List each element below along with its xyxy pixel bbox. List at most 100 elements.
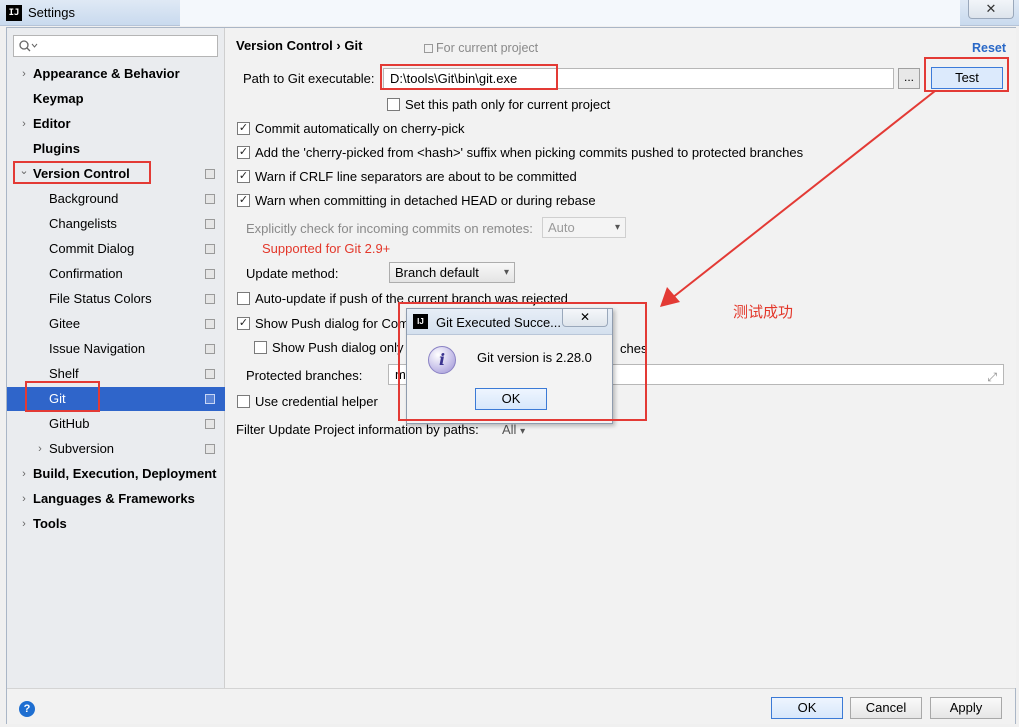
- footer: ? OK Cancel Apply: [7, 688, 1015, 724]
- sidebar-item-git[interactable]: Git: [7, 387, 225, 411]
- sidebar-item-gitee[interactable]: Gitee: [7, 312, 225, 336]
- project-level-icon: [205, 319, 215, 329]
- explicit-check-label: Explicitly check for incoming commits on…: [246, 221, 533, 236]
- chevron-right-icon: ›: [22, 493, 26, 505]
- sidebar: › Appearance & Behavior Keymap › Editor …: [7, 28, 225, 688]
- checkbox-unchecked-icon: [254, 341, 267, 354]
- sidebar-item-languages-frameworks[interactable]: › Languages & Frameworks: [7, 487, 225, 511]
- info-icon: i: [428, 346, 456, 374]
- apply-button[interactable]: Apply: [930, 697, 1002, 719]
- project-level-icon: [205, 269, 215, 279]
- warn-crlf-checkbox[interactable]: ✓ Warn if CRLF line separators are about…: [237, 167, 637, 187]
- annotation-text: 测试成功: [733, 304, 794, 321]
- sidebar-item-commit-dialog[interactable]: Commit Dialog: [7, 237, 225, 261]
- checkbox-unchecked-icon: [237, 395, 250, 408]
- project-level-icon: [205, 194, 215, 204]
- dialog-close-button[interactable]: ✕: [562, 309, 608, 327]
- project-level-icon: [205, 444, 215, 454]
- auto-update-checkbox[interactable]: Auto-update if push of the current branc…: [237, 289, 637, 309]
- project-level-icon: [205, 419, 215, 429]
- sidebar-item-label: GitHub: [49, 416, 90, 431]
- expand-icon[interactable]: ⤢: [987, 368, 997, 387]
- chevron-right-icon: ›: [38, 443, 42, 455]
- warn-detached-head-checkbox[interactable]: ✓ Warn when committing in detached HEAD …: [237, 191, 637, 211]
- sidebar-item-label: Plugins: [33, 141, 80, 156]
- sidebar-item-keymap[interactable]: Keymap: [7, 87, 225, 111]
- for-current-project-hint: For current project: [424, 41, 538, 55]
- project-level-icon: [205, 394, 215, 404]
- chevron-right-icon: ›: [22, 468, 26, 480]
- cherry-picked-suffix-checkbox[interactable]: ✓ Add the 'cherry-picked from <hash>' su…: [237, 143, 857, 163]
- search-input[interactable]: [13, 35, 218, 57]
- intellij-app-icon: IJ: [6, 5, 22, 21]
- cancel-button[interactable]: Cancel: [850, 697, 922, 719]
- sidebar-item-editor[interactable]: › Editor: [7, 112, 225, 136]
- sidebar-item-label: Languages & Frameworks: [33, 491, 195, 506]
- sidebar-item-file-status-colors[interactable]: File Status Colors: [7, 287, 225, 311]
- sidebar-item-label: Tools: [33, 516, 67, 531]
- git-path-input[interactable]: D:\tools\Git\bin\git.exe: [383, 68, 894, 89]
- supported-git-note: Supported for Git 2.9+: [262, 241, 391, 256]
- show-push-dialog-only-tail: ches: [620, 341, 648, 356]
- chevron-right-icon: ›: [22, 118, 26, 130]
- sidebar-item-label: Confirmation: [49, 266, 123, 281]
- reset-link[interactable]: Reset: [972, 41, 1006, 55]
- update-method-select[interactable]: Branch default ▾: [389, 262, 515, 283]
- chevron-right-icon: ›: [22, 518, 26, 530]
- window-title: Settings: [28, 5, 75, 20]
- help-icon[interactable]: ?: [19, 701, 35, 717]
- sidebar-item-label: Background: [49, 191, 119, 206]
- window-close-button[interactable]: ✕: [968, 0, 1014, 19]
- title-bar-blank: [180, 0, 960, 26]
- dialog-message: Git version is 2.28.0: [477, 350, 592, 365]
- title-bar: IJ Settings ✕: [0, 0, 1019, 26]
- filter-paths-select[interactable]: All ▾: [502, 422, 525, 437]
- checkmark-icon: ✓: [237, 170, 250, 183]
- sidebar-item-label: Gitee: [49, 316, 81, 331]
- chevron-down-icon: ⌄: [19, 165, 29, 177]
- project-level-icon: [205, 244, 215, 254]
- project-level-icon: [205, 294, 215, 304]
- browse-button[interactable]: ...: [898, 68, 920, 89]
- commit-cherry-pick-checkbox[interactable]: ✓ Commit automatically on cherry-pick: [237, 119, 637, 139]
- dialog-ok-button[interactable]: OK: [475, 388, 547, 410]
- sidebar-item-build-execution-deployment[interactable]: › Build, Execution, Deployment: [7, 462, 225, 486]
- chevron-down-icon: ▾: [614, 222, 620, 233]
- search-icon: [19, 40, 38, 52]
- sidebar-item-label: File Status Colors: [49, 291, 152, 306]
- project-level-icon: [205, 369, 215, 379]
- checkmark-icon: ✓: [237, 146, 250, 159]
- sidebar-item-label: Issue Navigation: [49, 341, 146, 356]
- update-method-label: Update method:: [246, 266, 339, 281]
- sidebar-item-confirmation[interactable]: Confirmation: [7, 262, 225, 286]
- sidebar-item-label: Git: [49, 391, 66, 406]
- sidebar-item-label: Appearance & Behavior: [33, 66, 180, 81]
- ok-button[interactable]: OK: [771, 697, 843, 719]
- checkbox-unchecked-icon: [237, 292, 250, 305]
- git-settings-panel: Version Control › Git For current projec…: [226, 28, 1016, 688]
- sidebar-item-github[interactable]: GitHub: [7, 412, 225, 436]
- sidebar-item-label: Keymap: [33, 91, 84, 106]
- sidebar-item-label: Version Control: [33, 166, 130, 181]
- test-button[interactable]: Test: [931, 67, 1003, 89]
- project-level-icon: [424, 44, 433, 53]
- sidebar-item-shelf[interactable]: Shelf: [7, 362, 225, 386]
- sidebar-item-label: Editor: [33, 116, 71, 131]
- sidebar-item-plugins[interactable]: Plugins: [7, 137, 225, 161]
- checkbox-unchecked-icon: [387, 98, 400, 111]
- sidebar-item-changelists[interactable]: Changelists: [7, 212, 225, 236]
- sidebar-item-version-control[interactable]: ⌄ Version Control: [7, 162, 225, 186]
- chevron-down-icon: ▾: [503, 267, 509, 278]
- sidebar-item-issue-navigation[interactable]: Issue Navigation: [7, 337, 225, 361]
- set-path-only-checkbox[interactable]: Set this path only for current project: [387, 95, 787, 115]
- checkmark-icon: ✓: [237, 122, 250, 135]
- path-to-git-label: Path to Git executable:: [243, 71, 375, 86]
- checkmark-icon: ✓: [237, 194, 250, 207]
- sidebar-item-tools[interactable]: › Tools: [7, 512, 225, 536]
- sidebar-item-subversion[interactable]: › Subversion: [7, 437, 225, 461]
- dialog-title-bar: IJ Git Executed Succe... ✕: [407, 309, 612, 335]
- sidebar-item-background[interactable]: Background: [7, 187, 225, 211]
- sidebar-item-appearance-behavior[interactable]: › Appearance & Behavior: [7, 62, 225, 86]
- project-level-icon: [205, 219, 215, 229]
- protected-branches-label: Protected branches:: [246, 368, 363, 383]
